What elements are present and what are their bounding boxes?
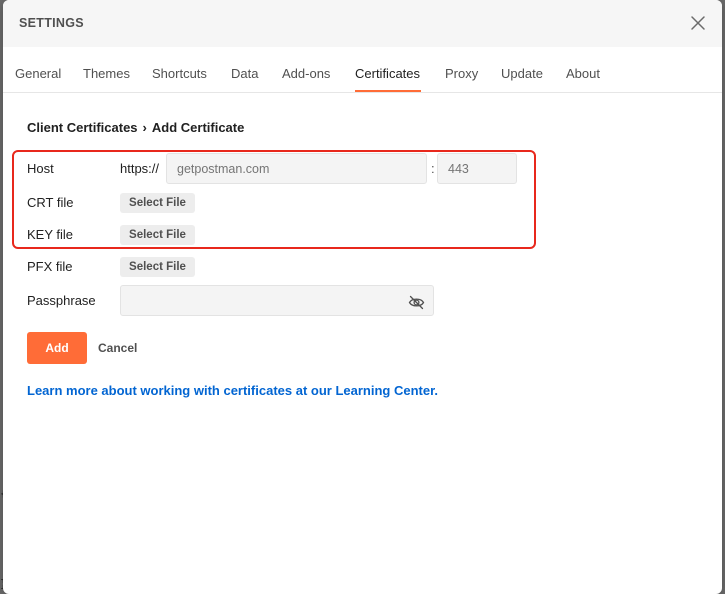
tab-certificates[interactable]: Certificates: [355, 66, 420, 81]
tab-themes[interactable]: Themes: [83, 66, 130, 81]
pfx-select-file-button[interactable]: Select File: [120, 257, 195, 277]
breadcrumb-client-certificates[interactable]: Client Certificates: [27, 120, 138, 135]
tab-general[interactable]: General: [15, 66, 61, 81]
learning-center-link[interactable]: Learn more about working with certificat…: [27, 383, 438, 398]
port-input[interactable]: [437, 153, 517, 184]
host-input[interactable]: [166, 153, 427, 184]
breadcrumb: Client Certificates › Add Certificate: [27, 119, 244, 135]
eye-off-icon: [408, 295, 425, 310]
close-icon: [691, 16, 705, 30]
crt-select-file-button[interactable]: Select File: [120, 193, 195, 213]
modal-header: SETTINGS: [3, 0, 722, 47]
pfx-file-label: PFX file: [27, 259, 73, 274]
tab-data[interactable]: Data: [231, 66, 258, 81]
host-protocol-prefix: https://: [120, 161, 160, 176]
key-select-file-button[interactable]: Select File: [120, 225, 195, 245]
modal-title: SETTINGS: [19, 16, 84, 30]
host-label: Host: [27, 161, 54, 176]
close-button[interactable]: [690, 15, 706, 31]
passphrase-label: Passphrase: [27, 293, 96, 308]
tab-update[interactable]: Update: [501, 66, 543, 81]
tab-about[interactable]: About: [566, 66, 600, 81]
cancel-button[interactable]: Cancel: [98, 332, 137, 364]
tab-add-ons[interactable]: Add-ons: [282, 66, 330, 81]
add-button[interactable]: Add: [27, 332, 87, 364]
tab-shortcuts[interactable]: Shortcuts: [152, 66, 207, 81]
passphrase-field[interactable]: [120, 285, 434, 316]
active-tab-indicator: [355, 90, 421, 92]
breadcrumb-separator: ›: [142, 120, 147, 136]
toggle-visibility-button[interactable]: [408, 293, 425, 310]
settings-tabs: General Themes Shortcuts Data Add-ons Ce…: [3, 47, 722, 93]
settings-modal: SETTINGS General Themes Shortcuts Data A…: [3, 0, 722, 594]
key-file-label: KEY file: [27, 227, 74, 242]
crt-file-label: CRT file: [27, 195, 74, 210]
port-separator: :: [431, 161, 435, 176]
tab-proxy[interactable]: Proxy: [445, 66, 478, 81]
breadcrumb-add-certificate: Add Certificate: [151, 120, 245, 136]
